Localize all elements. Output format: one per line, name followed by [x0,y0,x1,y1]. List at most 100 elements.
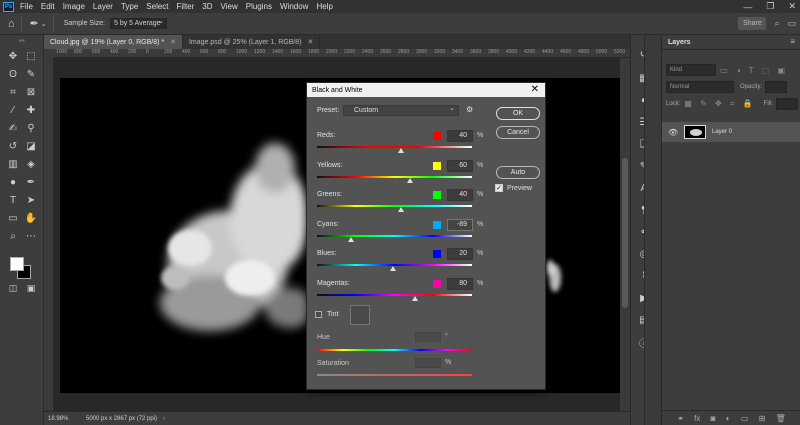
close-icon[interactable]: ✕ [788,1,796,12]
healing-brush-icon[interactable]: ✚ [24,103,38,117]
type-tool-icon[interactable]: T [6,193,20,207]
menu-view[interactable]: View [221,2,238,11]
lasso-tool-icon[interactable]: ʘ [6,67,20,81]
menu-select[interactable]: Select [146,2,168,11]
foreground-color-swatch[interactable] [10,257,24,271]
filter-icons[interactable]: ▭ ◑ T ⬚ ▣ [720,66,788,75]
more-tools-icon[interactable]: ⋯ [24,229,38,243]
new-layer-icon[interactable]: ⊞ [759,414,766,423]
tab-cloud[interactable]: Cloud.jpg @ 19% (Layer 0, RGB/8) * ✕ [44,35,183,49]
close-icon[interactable]: ✕ [531,84,539,95]
preview-checkbox[interactable]: ✓ [495,184,503,192]
home-icon[interactable]: ⌂ [8,18,15,30]
tint-toggle[interactable]: Tint [315,311,338,318]
menu-window[interactable]: Window [280,2,308,11]
mask-icon[interactable]: ◙ [711,414,716,423]
greens-value-input[interactable]: 40 [447,189,473,201]
brush-tool-icon[interactable]: ✍ [6,121,20,135]
history-brush-icon[interactable]: ↺ [6,139,20,153]
preview-toggle[interactable]: ✓ Preview [495,184,532,192]
greens-slider-thumb[interactable] [397,207,404,212]
yellows-value-input[interactable]: 60 [447,160,473,172]
minimize-icon[interactable]: — [743,2,752,12]
menu-image[interactable]: Image [63,2,85,11]
saturation-slider-track[interactable] [317,374,472,376]
yellows-slider-thumb[interactable] [407,178,413,183]
blues-slider-thumb[interactable] [389,266,396,271]
restore-icon[interactable]: ❐ [766,1,774,12]
cyans-slider-thumb[interactable] [348,237,355,242]
opacity-input[interactable] [765,81,788,93]
fx-icon[interactable]: fx [694,414,700,423]
hue-slider-track[interactable] [317,349,472,351]
screen-mode-icon[interactable]: ▣ [24,281,38,295]
saturation-input[interactable] [415,358,441,368]
eyedropper-tool-icon[interactable]: ✒ [30,17,39,30]
move-tool-icon[interactable]: ✥ [6,49,20,63]
quick-select-tool-icon[interactable]: ✎ [24,67,38,81]
sample-size-select[interactable]: 5 by 5 Average [110,17,167,29]
tint-checkbox[interactable] [315,311,322,318]
blur-tool-icon[interactable]: ◈ [24,157,38,171]
ok-button[interactable]: OK [496,107,540,120]
zoom-tool-icon[interactable]: ⌕ [6,229,20,243]
tab-image[interactable]: Image.psd @ 25% (Layer 1, RGB/8) ✕ [183,35,321,49]
layer-kind-filter[interactable]: Kind [666,64,716,76]
layers-panel-title[interactable]: Layers [668,39,691,46]
layer-row[interactable]: 👁 Layer 0 [662,122,800,142]
cyans-value-input[interactable]: -89 [447,219,473,231]
greens-slider-track[interactable] [317,205,472,207]
clone-stamp-icon[interactable]: ⚲ [24,121,38,135]
menu-filter[interactable]: Filter [177,2,195,11]
yellows-slider-track[interactable] [317,176,472,178]
magentas-slider-thumb[interactable] [411,296,418,301]
dodge-tool-icon[interactable]: ● [6,175,20,189]
close-icon[interactable]: ✕ [308,38,314,46]
frame-tool-icon[interactable]: ⊠ [24,85,38,99]
group-icon[interactable]: ▭ [741,414,749,423]
blues-value-input[interactable]: 20 [447,248,473,260]
menu-3d[interactable]: 3D [202,2,212,11]
eyedropper-icon[interactable]: ⁄ [6,103,20,117]
path-select-icon[interactable]: ➤ [24,193,38,207]
eye-icon[interactable]: 👁 [668,128,678,137]
magentas-slider-track[interactable] [317,294,472,296]
cancel-button[interactable]: Cancel [496,126,540,139]
close-icon[interactable]: ✕ [170,38,176,46]
quick-mask-icon[interactable]: ◫ [6,281,20,295]
tint-color-swatch[interactable] [350,305,370,325]
adjustment-layer-icon[interactable]: ◐ [726,414,731,423]
preset-select[interactable]: Custom [343,104,459,116]
link-icon[interactable]: ⚭ [677,414,684,423]
gradient-tool-icon[interactable]: ▥ [6,157,20,171]
reds-slider-thumb[interactable] [397,148,404,153]
hue-input[interactable] [415,332,441,342]
menu-type[interactable]: Type [121,2,138,11]
panel-menu-icon[interactable]: ≡ [790,37,795,46]
reds-slider-track[interactable] [317,146,472,148]
marquee-tool-icon[interactable]: ⬚ [24,49,38,63]
chevron-down-icon[interactable]: ⌄ [41,20,47,28]
share-button[interactable]: Share [738,17,767,30]
chevron-right-icon[interactable]: › [163,416,165,422]
menu-file[interactable]: File [20,2,33,11]
trash-icon[interactable]: 🗑 [776,414,786,423]
magentas-value-input[interactable]: 80 [447,278,473,290]
menu-layer[interactable]: Layer [93,2,113,11]
lock-icons[interactable]: ▦ ✎ ✥ ⌗ 🔒 [684,99,755,109]
blend-mode-select[interactable]: Normal [666,81,734,93]
panel-grip[interactable]: ▸▸ [2,37,42,44]
vertical-scrollbar[interactable] [620,58,630,411]
zoom-level[interactable]: 18.98% [44,416,74,422]
reds-value-input[interactable]: 40 [447,130,473,142]
rectangle-tool-icon[interactable]: ▭ [6,211,20,225]
workspace-icon[interactable]: ▭ [787,18,796,29]
gear-icon[interactable]: ⚙ [466,105,473,114]
auto-button[interactable]: Auto [496,166,540,179]
crop-tool-icon[interactable]: ⌗ [6,85,20,99]
dialog-titlebar[interactable]: Black and White ✕ [307,83,545,97]
pen-tool-icon[interactable]: ✒ [24,175,38,189]
scrollbar-thumb[interactable] [622,158,628,308]
menu-plugins[interactable]: Plugins [246,2,272,11]
fill-input[interactable] [776,98,799,110]
